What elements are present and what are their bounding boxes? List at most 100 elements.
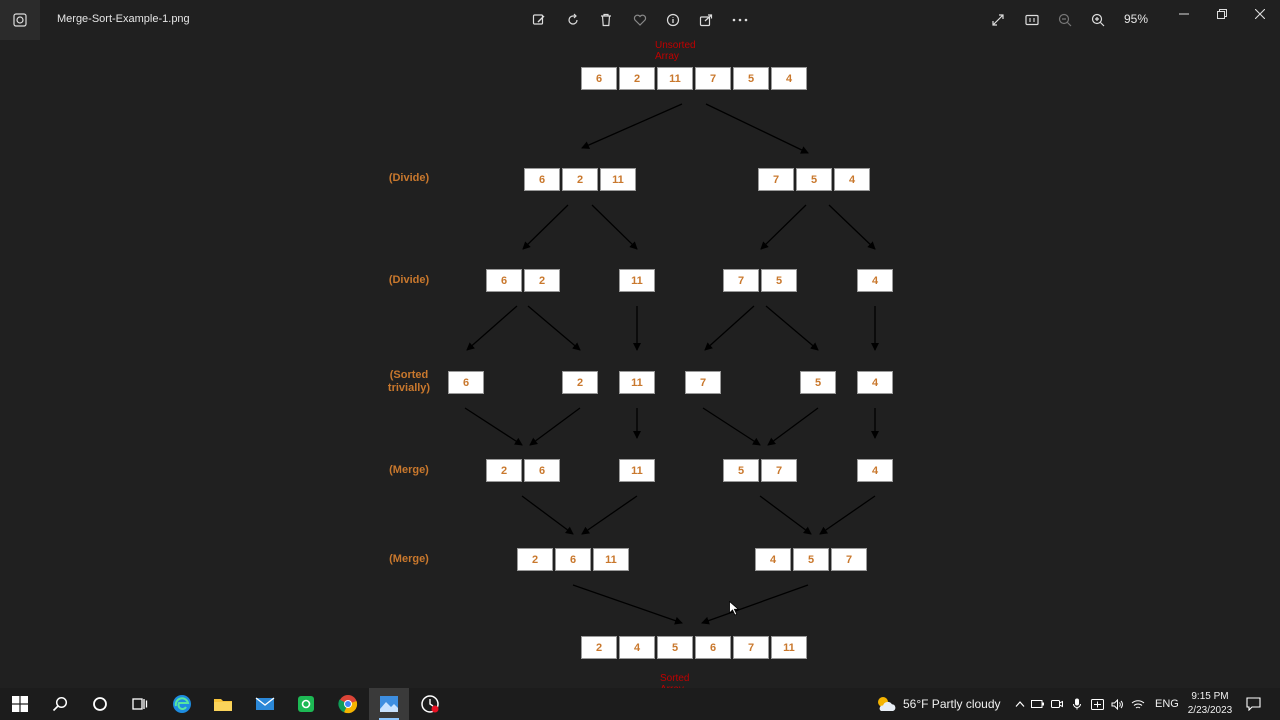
- battery-icon[interactable]: [1027, 700, 1047, 708]
- green-app-icon[interactable]: [286, 688, 326, 720]
- array-cell: 4: [619, 636, 655, 659]
- arrow: [591, 204, 638, 250]
- actual-size-icon[interactable]: [1020, 8, 1044, 32]
- array-cell: 6: [448, 371, 484, 394]
- array-cell: 11: [619, 269, 655, 292]
- edge-icon[interactable]: [162, 688, 202, 720]
- array-cell: 5: [800, 371, 836, 394]
- system-tray: ENG: [1013, 688, 1179, 720]
- delete-icon[interactable]: [594, 8, 618, 32]
- restore-button[interactable]: [1203, 0, 1241, 28]
- array-cell: 11: [657, 67, 693, 90]
- arrow: [702, 407, 761, 446]
- volume-icon[interactable]: [1107, 698, 1127, 710]
- arrow: [572, 584, 683, 625]
- recorder-icon[interactable]: [410, 688, 450, 720]
- arrow: [705, 103, 809, 154]
- photos-app-icon[interactable]: [0, 0, 40, 40]
- array-cell: 6: [581, 67, 617, 90]
- edit-image-icon[interactable]: [527, 8, 551, 32]
- arrow: [765, 305, 819, 351]
- expand-icon[interactable]: [986, 8, 1010, 32]
- array-cell: 6: [486, 269, 522, 292]
- array-cell: 2: [581, 636, 617, 659]
- zoom-out-icon[interactable]: [1053, 8, 1077, 32]
- windows-start-icon[interactable]: [0, 688, 40, 720]
- stage-label-divide-2: (Divide): [388, 274, 430, 286]
- array-cell: 6: [524, 168, 560, 191]
- array-cell: 2: [524, 269, 560, 292]
- microphone-icon[interactable]: [1067, 698, 1087, 710]
- arrow: [522, 204, 569, 250]
- clock-time: 9:15 PM: [1191, 691, 1229, 702]
- array-cell: 2: [562, 168, 598, 191]
- more-icon[interactable]: [728, 8, 752, 32]
- array-cell: 4: [755, 548, 791, 571]
- chrome-icon[interactable]: [328, 688, 368, 720]
- arrow: [828, 204, 876, 250]
- language-indicator[interactable]: ENG: [1155, 698, 1179, 710]
- chevron-up-icon[interactable]: [1013, 701, 1027, 707]
- array-cell: 5: [657, 636, 693, 659]
- array-cell: 5: [793, 548, 829, 571]
- clock[interactable]: 9:15 PM 2/23/2023: [1180, 690, 1240, 718]
- array-cell: 7: [733, 636, 769, 659]
- array-cell: 5: [796, 168, 832, 191]
- image-canvas: Unsorted Array (Divide) (Divide) (Sorted…: [0, 40, 1280, 688]
- array-cell: 6: [555, 548, 591, 571]
- close-button[interactable]: [1241, 0, 1279, 28]
- favorite-icon[interactable]: [628, 8, 652, 32]
- search-icon[interactable]: [40, 688, 80, 720]
- meet-now-icon[interactable]: [1087, 698, 1107, 710]
- rotate-icon[interactable]: [561, 8, 585, 32]
- weather-text: 56°F Partly cloudy: [903, 697, 1001, 711]
- array-cell: 7: [695, 67, 731, 90]
- array-cell: 4: [771, 67, 807, 90]
- arrow: [581, 103, 683, 149]
- array-cell: 7: [685, 371, 721, 394]
- arrow: [529, 407, 581, 446]
- arrow: [466, 305, 518, 351]
- sorted-array-caption: Sorted Array: [660, 673, 690, 688]
- cortana-icon[interactable]: [80, 688, 120, 720]
- stage-label-divide-1: (Divide): [388, 172, 430, 184]
- mail-icon[interactable]: [245, 688, 285, 720]
- weather-widget[interactable]: 56°F Partly cloudy: [875, 688, 1001, 720]
- array-cell: 11: [619, 459, 655, 482]
- clock-date: 2/23/2023: [1187, 705, 1233, 716]
- arrow: [527, 305, 581, 351]
- window-title: Merge-Sort-Example-1.png: [57, 13, 190, 25]
- zoom-level[interactable]: 95%: [1124, 12, 1148, 26]
- wifi-icon[interactable]: [1127, 699, 1149, 710]
- zoom-in-icon[interactable]: [1086, 8, 1110, 32]
- array-cell: 7: [723, 269, 759, 292]
- array-cell: 5: [723, 459, 759, 482]
- arrow: [521, 495, 574, 535]
- array-cell: 7: [831, 548, 867, 571]
- taskbar: 56°F Partly cloudy ENG 9:15 PM 2/23/2023: [0, 688, 1280, 720]
- partly-cloudy-icon: [878, 697, 896, 711]
- array-cell: 4: [857, 269, 893, 292]
- arrow: [704, 305, 755, 351]
- array-cell: 11: [593, 548, 629, 571]
- array-cell: 7: [761, 459, 797, 482]
- arrow: [767, 407, 819, 446]
- array-cell: 6: [695, 636, 731, 659]
- info-icon[interactable]: [661, 8, 685, 32]
- minimize-button[interactable]: [1165, 0, 1203, 28]
- notification-icon[interactable]: [1237, 688, 1269, 720]
- array-cell: 2: [562, 371, 598, 394]
- array-cell: 4: [857, 371, 893, 394]
- arrow: [581, 495, 638, 535]
- arrow: [464, 407, 523, 446]
- array-cell: 4: [834, 168, 870, 191]
- photos-icon[interactable]: [369, 688, 409, 720]
- array-cell: 4: [857, 459, 893, 482]
- file-explorer-icon[interactable]: [203, 688, 243, 720]
- array-cell: 7: [758, 168, 794, 191]
- camera-icon[interactable]: [1047, 699, 1067, 709]
- arrow: [819, 495, 876, 535]
- share-icon[interactable]: [694, 8, 718, 32]
- task-view-icon[interactable]: [120, 688, 160, 720]
- array-cell: 11: [600, 168, 636, 191]
